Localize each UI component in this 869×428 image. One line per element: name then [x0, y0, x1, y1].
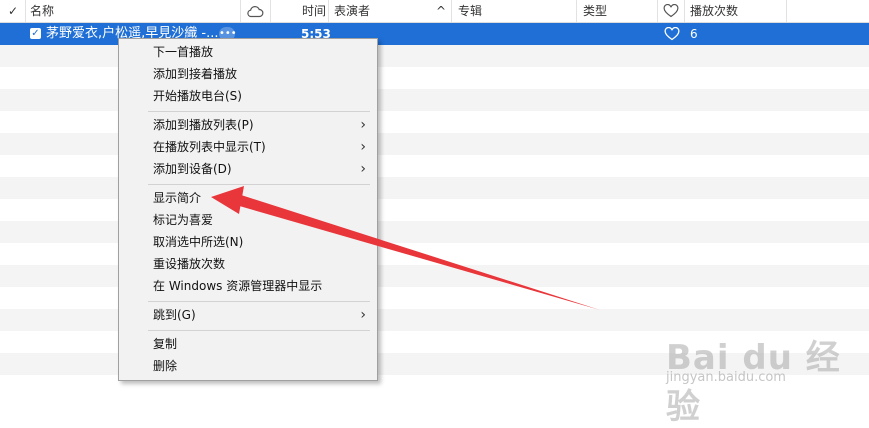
column-divider[interactable]	[576, 0, 577, 22]
column-divider[interactable]	[270, 0, 271, 22]
header-time-column[interactable]: 时间	[302, 0, 326, 22]
menu-item-label: 重设播放次数	[153, 257, 226, 271]
header-name-column[interactable]: 名称	[30, 0, 54, 22]
header-artist-column[interactable]: 表演者	[334, 0, 370, 22]
column-divider[interactable]	[657, 0, 658, 22]
menu-separator	[148, 330, 370, 331]
menu-item-label: 添加到接着播放	[153, 67, 238, 81]
menu-item-label: 在播放列表中显示(T)	[153, 140, 266, 154]
baidu-watermark-url: jingyan.baidu.com	[666, 370, 786, 385]
menu-item-label: 复制	[153, 337, 178, 351]
menu-item-uncheck-selection[interactable]: 取消选中所选(N)	[120, 231, 376, 253]
menu-item-label: 添加到设备(D)	[153, 162, 232, 176]
menu-item-show-in-playlist[interactable]: 在播放列表中显示(T) ›	[120, 136, 376, 158]
header-genre-column[interactable]: 类型	[583, 0, 607, 22]
column-divider[interactable]	[684, 0, 685, 22]
menu-item-start-radio[interactable]: 开始播放电台(S)	[120, 85, 376, 107]
play-count: 6	[690, 27, 698, 41]
menu-item-label: 删除	[153, 359, 178, 373]
menu-item-love[interactable]: 标记为喜爱	[120, 209, 376, 231]
menu-separator	[148, 301, 370, 302]
row-checkbox[interactable]: ✓	[30, 28, 41, 39]
menu-item-play-next[interactable]: 下一首播放	[120, 41, 376, 63]
heart-icon[interactable]	[664, 27, 680, 41]
chevron-right-icon: ›	[360, 161, 366, 177]
menu-item-label: 下一首播放	[153, 45, 214, 59]
menu-separator	[148, 184, 370, 185]
header-check-column[interactable]: ✓	[8, 0, 22, 22]
menu-item-label: 显示简介	[153, 191, 202, 205]
header-plays-column[interactable]: 播放次数	[690, 0, 738, 22]
menu-item-show-in-explorer[interactable]: 在 Windows 资源管理器中显示	[120, 275, 376, 297]
menu-item-get-info[interactable]: 显示简介	[120, 187, 376, 209]
menu-item-label: 取消选中所选(N)	[153, 235, 244, 249]
menu-item-copy[interactable]: 复制	[120, 333, 376, 355]
menu-item-reset-plays[interactable]: 重设播放次数	[120, 253, 376, 275]
header-album-column[interactable]: 专辑	[458, 0, 482, 22]
context-menu: 下一首播放 添加到接着播放 开始播放电台(S) 添加到播放列表(P) › 在播放…	[118, 38, 378, 381]
column-header: ✓ 名称 时间 表演者 ^ 专辑 类型 播放次数	[0, 0, 869, 23]
menu-item-add-to-up-next[interactable]: 添加到接着播放	[120, 63, 376, 85]
menu-item-delete[interactable]: 删除	[120, 355, 376, 377]
sort-ascending-icon: ^	[436, 4, 447, 18]
menu-item-go-to[interactable]: 跳到(G) ›	[120, 304, 376, 326]
chevron-right-icon: ›	[360, 117, 366, 133]
chevron-right-icon: ›	[360, 139, 366, 155]
menu-item-label: 标记为喜爱	[153, 213, 214, 227]
chevron-right-icon: ›	[360, 307, 366, 323]
menu-item-add-to-playlist[interactable]: 添加到播放列表(P) ›	[120, 114, 376, 136]
menu-item-label: 在 Windows 资源管理器中显示	[153, 279, 323, 293]
column-divider[interactable]	[786, 0, 787, 22]
menu-separator	[148, 111, 370, 112]
column-divider[interactable]	[240, 0, 241, 22]
heart-icon[interactable]	[663, 4, 679, 18]
column-divider[interactable]	[451, 0, 452, 22]
menu-item-label: 开始播放电台(S)	[153, 89, 242, 103]
cloud-icon[interactable]	[246, 4, 264, 18]
column-divider[interactable]	[328, 0, 329, 22]
column-divider[interactable]	[25, 0, 26, 22]
menu-item-add-to-device[interactable]: 添加到设备(D) ›	[120, 158, 376, 180]
menu-item-label: 跳到(G)	[153, 308, 196, 322]
menu-item-label: 添加到播放列表(P)	[153, 118, 254, 132]
